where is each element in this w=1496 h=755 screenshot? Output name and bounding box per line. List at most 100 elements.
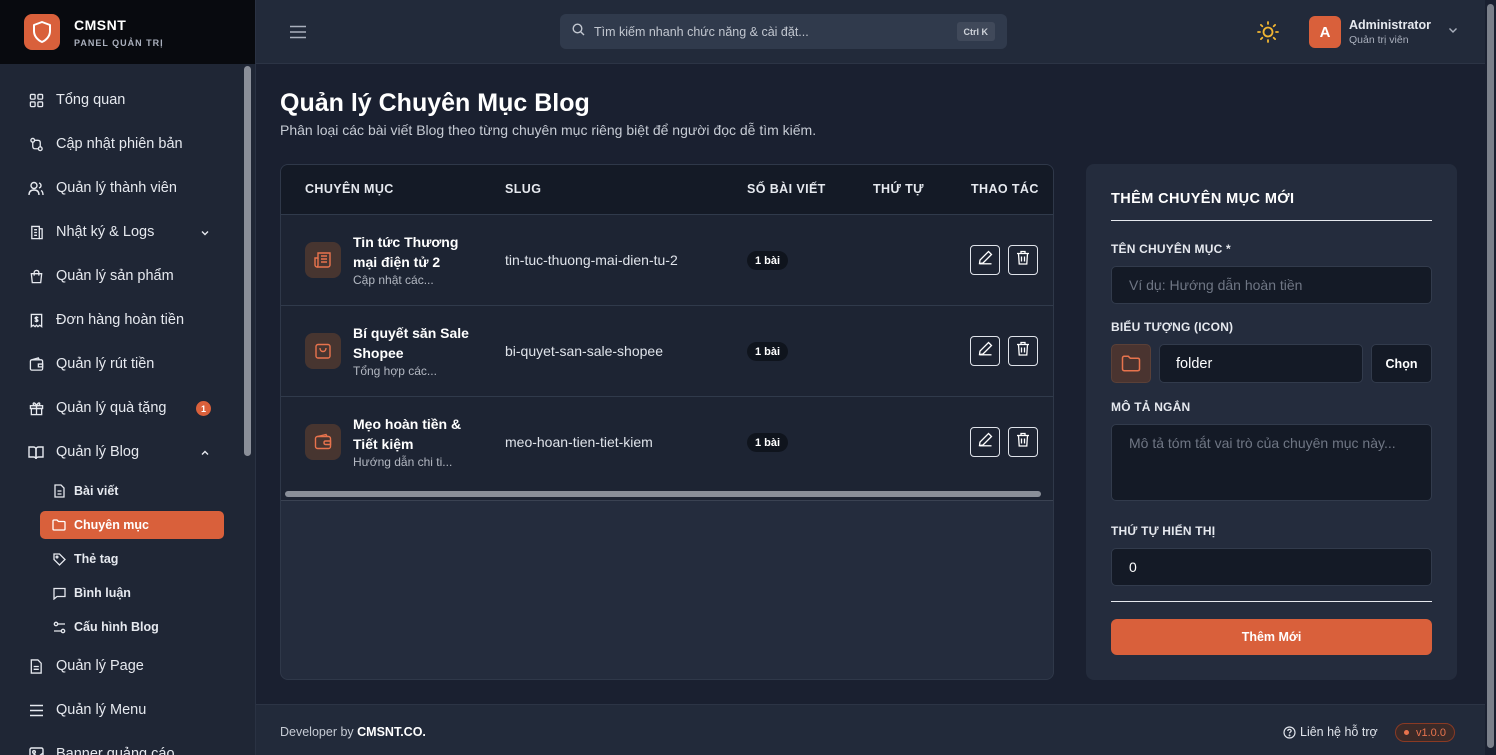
page-description: Phân loại các bài viết Blog theo từng ch… (280, 122, 817, 138)
category-slug: tin-tuc-thuong-mai-dien-tu-2 (505, 252, 678, 268)
users-icon (28, 180, 44, 196)
page-scrollbar[interactable] (1485, 0, 1496, 755)
sidebar-nav: Tổng quan Cập nhật phiên bản Quản lý thà… (0, 78, 238, 755)
description-textarea[interactable]: Mô tả tóm tắt vai trò của chuyên mục này… (1111, 424, 1432, 501)
settings-icon (52, 620, 66, 634)
sidebar-subitem-label: Cấu hình Blog (74, 620, 159, 634)
sidebar-item-blog[interactable]: Quản lý Blog (0, 430, 238, 474)
edit-button[interactable] (970, 245, 1000, 275)
sidebar-item-products[interactable]: Quản lý sản phẩm (0, 254, 238, 298)
trash-icon (1016, 341, 1030, 361)
menu-icon (28, 702, 44, 718)
footer: Developer by CMSNT.CO. Liên hệ hỗ trợ v1… (256, 704, 1485, 755)
sidebar-subitem-label: Bình luận (74, 586, 131, 600)
table-header: CHUYÊN MỤC SLUG SỐ BÀI VIẾT THỨ TỰ THAO … (281, 165, 1053, 214)
footer-credit: Developer by CMSNT.CO. (280, 725, 426, 739)
folder-icon (52, 518, 66, 532)
sidebar-item-banners[interactable]: Banner quảng cáo (0, 732, 238, 755)
sidebar-scrollbar[interactable] (243, 64, 252, 755)
chevron-up-icon (200, 446, 210, 462)
category-description: Hướng dẫn chi ti... (353, 455, 453, 469)
sun-icon[interactable] (1256, 20, 1280, 44)
sidebar-item-label: Quản lý Page (56, 658, 144, 674)
name-input[interactable]: Ví dụ: Hướng dẫn hoàn tiền (1111, 266, 1432, 304)
tag-icon (52, 552, 66, 566)
edit-button[interactable] (970, 336, 1000, 366)
page-title: Quản lý Chuyên Mục Blog (280, 89, 590, 117)
sidebar-item-gifts[interactable]: Quản lý quà tặng 1 (0, 386, 238, 430)
sidebar-item-menu[interactable]: Quản lý Menu (0, 688, 238, 732)
scrollbar-thumb[interactable] (1487, 4, 1494, 748)
sidebar-item-label: Quản lý sản phẩm (56, 268, 174, 284)
sidebar-subitem-blog-settings[interactable]: Cấu hình Blog (0, 610, 238, 644)
sidebar-item-refund-orders[interactable]: Đơn hàng hoàn tiền (0, 298, 238, 342)
scrollbar-thumb[interactable] (244, 66, 251, 456)
sidebar-item-update[interactable]: Cập nhật phiên bản (0, 122, 238, 166)
description-label: MÔ TẢ NGẮN (1111, 400, 1191, 414)
developer-link[interactable]: CMSNT.CO. (357, 725, 426, 739)
sidebar-subitem-label: Thẻ tag (74, 552, 119, 566)
category-name: Mẹo hoàn tiền & Tiết kiệm (353, 416, 462, 452)
help-circle-icon (1283, 725, 1296, 739)
search-bar[interactable]: Tìm kiếm nhanh chức năng & cài đặt... Ct… (560, 14, 1007, 49)
notification-badge: 1 (196, 401, 211, 416)
add-new-button[interactable]: Thêm Mới (1111, 619, 1432, 655)
sidebar-item-dashboard[interactable]: Tổng quan (0, 78, 238, 122)
folder-icon (1111, 344, 1151, 383)
category-description: Cập nhật các... (353, 273, 434, 287)
column-header-order: THỨ TỰ (873, 182, 924, 196)
git-compare-icon (28, 136, 44, 152)
version-label: v1.0.0 (1416, 726, 1446, 739)
sidebar-subitem-label: Bài viết (74, 484, 119, 498)
pencil-icon (978, 341, 993, 361)
sidebar-subitem-tags[interactable]: Thẻ tag (0, 542, 238, 576)
sidebar-item-label: Cập nhật phiên bản (56, 136, 183, 152)
status-dot (1404, 730, 1409, 735)
hamburger-menu-icon[interactable] (288, 22, 308, 42)
choose-icon-button[interactable]: Chọn (1371, 344, 1432, 383)
category-name: Tin tức Thương mại điện tử 2 (353, 234, 459, 270)
delete-button[interactable] (1008, 427, 1038, 457)
column-header-category: CHUYÊN MỤC (305, 182, 394, 196)
sidebar-item-pages[interactable]: Quản lý Page (0, 644, 238, 688)
support-label: Liên hệ hỗ trợ (1300, 725, 1378, 739)
add-category-form: THÊM CHUYÊN MỤC MỚI TÊN CHUYÊN MỤC * Ví … (1086, 164, 1457, 680)
category-description: Tổng hợp các... (353, 364, 437, 378)
user-role: Quản trị viên (1349, 34, 1409, 46)
sidebar-item-logs[interactable]: Nhật ký & Logs (0, 210, 238, 254)
sidebar-item-withdraw[interactable]: Quản lý rút tiền (0, 342, 238, 386)
sidebar-subitem-posts[interactable]: Bài viết (0, 474, 238, 508)
user-name: Administrator (1349, 18, 1431, 32)
sidebar-item-label: Quản lý quà tặng (56, 400, 167, 416)
order-input[interactable]: 0 (1111, 548, 1432, 586)
table-horizontal-scrollbar[interactable] (281, 487, 1053, 501)
receipt-icon (28, 312, 44, 328)
post-count-badge: 1 bài (747, 251, 789, 270)
icon-input[interactable]: folder (1159, 344, 1363, 383)
brand-name: CMSNT (74, 16, 127, 33)
delete-button[interactable] (1008, 336, 1038, 366)
sidebar-item-label: Nhật ký & Logs (56, 224, 155, 240)
sidebar-subitem-comments[interactable]: Bình luận (0, 576, 238, 610)
edit-button[interactable] (970, 427, 1000, 457)
file-icon (28, 658, 44, 674)
search-input[interactable]: Tìm kiếm nhanh chức năng & cài đặt... (594, 25, 809, 39)
sidebar-subitem-categories[interactable]: Chuyên mục (40, 511, 224, 539)
column-header-actions: THAO TÁC (971, 182, 1039, 196)
brand[interactable]: CMSNT PANEL QUẢN TRỊ (0, 0, 255, 64)
sidebar-item-members[interactable]: Quản lý thành viên (0, 166, 238, 210)
file-text-icon (52, 484, 66, 498)
delete-button[interactable] (1008, 245, 1038, 275)
shield-logo-icon (24, 14, 60, 50)
logs-icon (28, 224, 44, 240)
user-menu[interactable]: A Administrator Quản trị viên (1309, 16, 1459, 48)
dashboard-icon (28, 92, 44, 108)
sidebar-item-label: Đơn hàng hoàn tiền (56, 312, 185, 328)
search-shortcut: Ctrl K (956, 22, 995, 41)
support-link[interactable]: Liên hệ hỗ trợ (1283, 725, 1378, 739)
divider (1111, 601, 1432, 602)
sidebar: CMSNT PANEL QUẢN TRỊ Tổng quan Cập nhật … (0, 0, 256, 755)
message-icon (52, 586, 66, 600)
scrollbar-thumb[interactable] (285, 491, 1041, 497)
sidebar-item-label: Banner quảng cáo (56, 746, 175, 755)
